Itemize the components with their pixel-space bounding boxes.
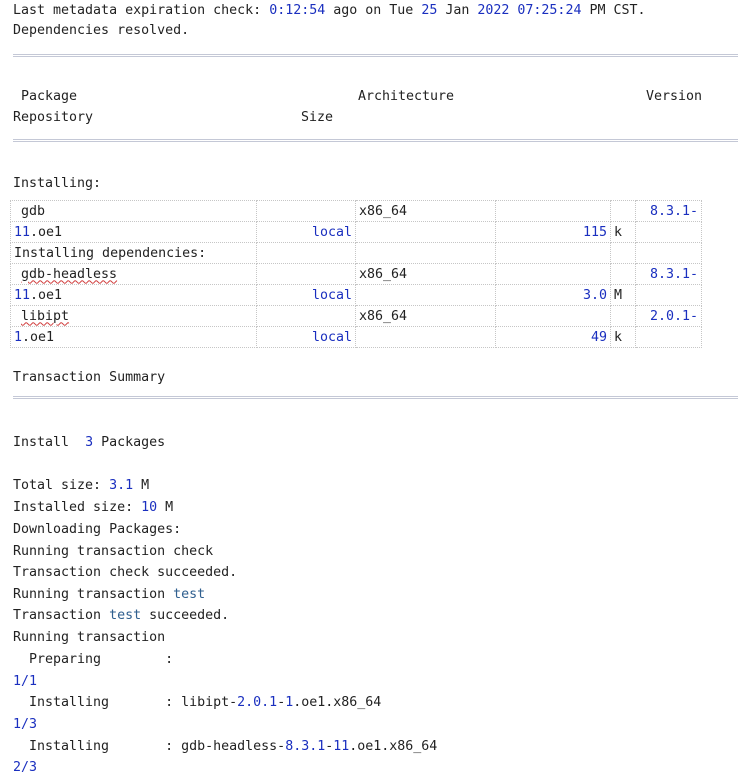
package-size: 49 [495,326,611,348]
package-version: 2.0.1- [635,305,702,327]
step-counter: 1/3 [13,717,38,732]
downloading-line: Downloading Packages: [13,522,182,537]
header-architecture: Architecture [358,89,455,104]
transaction-summary-title: Transaction Summary [13,370,166,385]
package-size-unit: k [610,326,636,348]
step-counter: 1/1 [13,674,38,689]
table-row: libipt x86_64 2.0.1- [10,305,702,327]
installing-gdb-headless-line: Installing : gdb-headless-8.3.1-11.oe1.x… [13,739,438,754]
package-version-cont: 11.oe1 [10,221,257,243]
package-arch: x86_64 [355,200,496,222]
separator-line [13,396,738,399]
package-repo: local [256,221,356,243]
package-repo: local [256,284,356,306]
expiration-line: Last metadata expiration check: 0:12:54 … [13,3,646,18]
table-row: 11.oe1 local 115 k [10,221,702,243]
separator-line [13,139,738,142]
table-row: Installing dependencies: [10,242,702,264]
table-row: 1.oe1 local 49 k [10,326,702,348]
package-version-cont: 1.oe1 [10,326,257,348]
package-size-unit: k [610,221,636,243]
test-ok-line: Transaction test succeeded. [13,608,230,623]
package-repo: local [256,326,356,348]
installed-size-line: Installed size: 10 M [13,500,174,515]
running-line: Running transaction [13,630,166,645]
installing-dependencies-label: Installing dependencies: [10,242,257,264]
header-size: Size [301,110,334,125]
separator-line [13,54,738,57]
header-version: Version [646,89,703,104]
check-line: Running transaction check [13,544,214,559]
package-version: 8.3.1- [635,263,702,285]
package-version: 8.3.1- [635,200,702,222]
package-name: gdb [10,200,257,222]
package-name: gdb-headless [10,263,257,285]
package-size: 115 [495,221,611,243]
package-arch: x86_64 [355,263,496,285]
package-table: gdb x86_64 8.3.1- 11.oe1 local 115 k Ins… [10,200,702,348]
install-count-line: Install 3 Packages [13,435,166,450]
package-size-unit: M [610,284,636,306]
table-row: 11.oe1 local 3.0 M [10,284,702,306]
package-version-cont: 11.oe1 [10,284,257,306]
installing-label: Installing: [13,176,102,191]
package-size: 3.0 [495,284,611,306]
table-row: gdb-headless x86_64 8.3.1- [10,263,702,285]
package-arch: x86_64 [355,305,496,327]
table-row: gdb x86_64 8.3.1- [10,200,702,222]
test-line: Running transaction test [13,587,206,602]
total-size-line: Total size: 3.1 M [13,478,150,493]
installing-libipt-line: Installing : libipt-2.0.1-1.oe1.x86_64 [13,695,382,710]
header-package: Package [21,89,78,104]
package-name: libipt [10,305,257,327]
step-counter: 2/3 [13,760,38,775]
header-repository: Repository [13,110,94,125]
preparing-line: Preparing : [13,652,174,667]
check-ok-line: Transaction check succeeded. [13,565,238,580]
dependencies-resolved: Dependencies resolved. [13,23,190,38]
